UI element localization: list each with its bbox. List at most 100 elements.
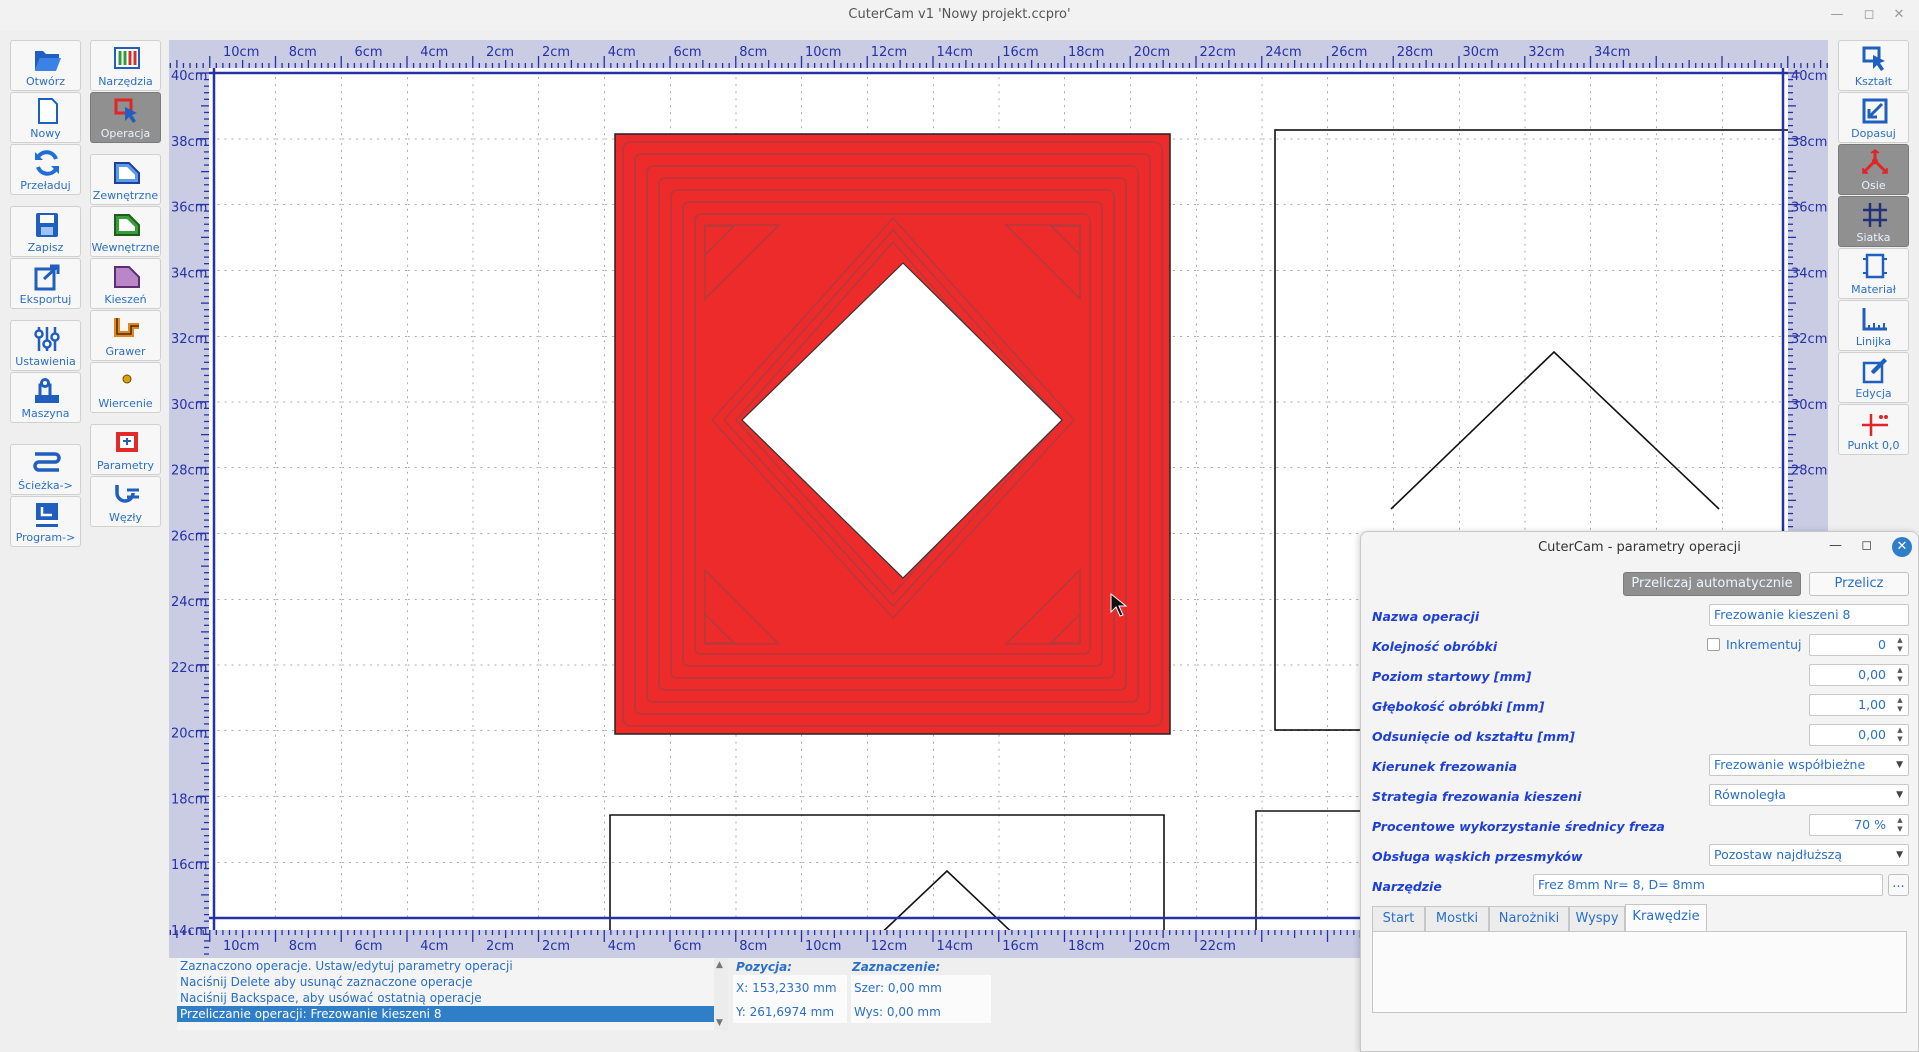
top-ruler-label: 30cm bbox=[1463, 45, 1499, 60]
offset-spinner-icon[interactable]: ▲ ▼ bbox=[1893, 726, 1907, 744]
tab-start[interactable]: Start bbox=[1372, 906, 1425, 932]
close-button[interactable]: ✕ bbox=[1890, 6, 1908, 24]
tools-button[interactable]: Narzędzia bbox=[90, 40, 161, 91]
nodes-button[interactable]: Węzły bbox=[90, 476, 161, 527]
recalc-button[interactable]: Przelicz bbox=[1809, 572, 1909, 596]
top-ruler-label: 26cm bbox=[1331, 45, 1367, 60]
maximize-button[interactable]: ◻ bbox=[1860, 6, 1878, 24]
percent-value: 70 % bbox=[1854, 817, 1886, 832]
message-list[interactable]: Zaznaczono operacje. Ustaw/edytuj parame… bbox=[177, 958, 714, 1030]
incremental-checkbox[interactable] bbox=[1707, 638, 1720, 651]
minimize-button[interactable]: — bbox=[1828, 6, 1846, 24]
shape-select-icon bbox=[1862, 46, 1885, 71]
auto-recalc-button[interactable]: Przeliczaj automatycznie bbox=[1623, 572, 1801, 596]
strategy-select[interactable]: Równoległa ▼ bbox=[1709, 784, 1909, 806]
grid-button[interactable]: Siatka bbox=[1838, 196, 1909, 247]
percent-spinner-icon[interactable]: ▲ ▼ bbox=[1893, 816, 1907, 834]
reload-button[interactable]: Przeładuj bbox=[10, 144, 81, 195]
open-button[interactable]: Otwórz bbox=[10, 40, 81, 91]
material-button-label: Materiał bbox=[1851, 283, 1896, 296]
pocket-button[interactable]: Kieszeń bbox=[90, 258, 161, 309]
export-button[interactable]: Eksportuj bbox=[10, 258, 81, 309]
program-button-label: Program-> bbox=[15, 531, 76, 544]
dialog-maximize-icon[interactable]: ◻ bbox=[1861, 538, 1872, 553]
edit-button[interactable]: Edycja bbox=[1838, 352, 1909, 403]
operation-name-input[interactable]: Frezowanie kieszeni 8 bbox=[1709, 604, 1909, 626]
position-y: Y: 261,6974 mm bbox=[736, 1005, 835, 1019]
top-ruler-label: 28cm bbox=[1397, 45, 1433, 60]
pocket-operation[interactable] bbox=[614, 133, 1171, 735]
scroll-up-icon[interactable]: ▲ bbox=[716, 960, 723, 970]
material-button[interactable]: Materiał bbox=[1838, 248, 1909, 299]
tab-edges[interactable]: Krawędzie bbox=[1625, 904, 1707, 932]
bottom-ruler-label: 10cm bbox=[805, 939, 841, 954]
axes-button[interactable]: Osie bbox=[1838, 144, 1909, 195]
percent-label: Procentowe wykorzystanie średnicy freza bbox=[1372, 819, 1665, 834]
shape-button[interactable]: Kształt bbox=[1838, 40, 1909, 91]
start-level-spinner-icon[interactable]: ▲ ▼ bbox=[1893, 666, 1907, 684]
new-button-label: Nowy bbox=[30, 127, 61, 140]
machine-button[interactable]: Maszyna bbox=[10, 372, 81, 423]
message-line-selected[interactable]: Przeliczanie operacji: Frezowanie kiesze… bbox=[177, 1006, 714, 1022]
position-x: X: 153,2330 mm bbox=[736, 981, 837, 995]
top-ruler-label: 2cm bbox=[486, 45, 514, 60]
machine-button-label: Maszyna bbox=[21, 407, 70, 420]
drilling-button[interactable]: Wiercenie bbox=[90, 362, 161, 413]
ruler-button-label: Linijka bbox=[1855, 335, 1892, 348]
top-ruler-label: 20cm bbox=[1134, 45, 1170, 60]
reload-icon bbox=[35, 150, 59, 176]
edit-icon bbox=[1862, 358, 1887, 384]
order-spinner-icon[interactable]: ▲ ▼ bbox=[1893, 636, 1907, 654]
position-label: Pozycja: bbox=[736, 960, 792, 974]
top-ruler-label: 14cm bbox=[937, 45, 973, 60]
depth-input[interactable]: 1,00 ▲ ▼ bbox=[1809, 694, 1909, 716]
start-level-input[interactable]: 0,00 ▲ ▼ bbox=[1809, 664, 1909, 686]
tool-input[interactable]: Frez 8mm Nr= 8, D= 8mm bbox=[1533, 874, 1883, 896]
offset-input[interactable]: 0,00 ▲ ▼ bbox=[1809, 724, 1909, 746]
path-button[interactable]: Ścieżka-> bbox=[10, 444, 81, 495]
bottom-ruler-label: 12cm bbox=[871, 939, 907, 954]
tool-browse-button[interactable]: ... bbox=[1888, 874, 1909, 896]
inner-contour-button[interactable]: Wewnętrzne bbox=[90, 206, 161, 257]
percent-input[interactable]: 70 % ▲ ▼ bbox=[1809, 814, 1909, 836]
outer-contour-button[interactable]: Zewnętrzne bbox=[90, 154, 161, 205]
settings-button-label: Ustawienia bbox=[15, 355, 76, 368]
top-ruler-label: 12cm bbox=[871, 45, 907, 60]
edit-button-label: Edycja bbox=[1855, 387, 1892, 400]
fit-button[interactable]: Dopasuj bbox=[1838, 92, 1909, 143]
shape-button-label: Kształt bbox=[1854, 75, 1893, 88]
engrave-button-label: Grawer bbox=[105, 345, 146, 358]
tab-corners[interactable]: Narożniki bbox=[1489, 906, 1569, 932]
operation-button[interactable]: Operacja bbox=[90, 92, 161, 143]
parameters-button-label: Parametry bbox=[97, 459, 154, 472]
ruler-button[interactable]: Linijka bbox=[1838, 300, 1909, 351]
origin-button[interactable]: Punkt 0,0 bbox=[1838, 404, 1909, 455]
engrave-button[interactable]: Grawer bbox=[90, 310, 161, 361]
selection-height: Wys: 0,00 mm bbox=[854, 1005, 941, 1019]
right-ruler-label: 40cm bbox=[1791, 69, 1827, 84]
scroll-down-icon[interactable]: ▼ bbox=[716, 1018, 723, 1028]
top-ruler-label: 6cm bbox=[355, 45, 383, 60]
narrow-select[interactable]: Pozostaw najdłuższą ▼ bbox=[1709, 844, 1909, 866]
left-ruler-label: 20cm bbox=[171, 727, 207, 742]
program-button[interactable]: Program-> bbox=[10, 496, 81, 547]
order-input[interactable]: 0 ▲ ▼ bbox=[1809, 634, 1909, 656]
right-ruler-label: 34cm bbox=[1791, 266, 1827, 281]
direction-value: Frezowanie współbieżne bbox=[1714, 757, 1866, 772]
tab-bridges[interactable]: Mostki bbox=[1425, 906, 1489, 932]
order-label: Kolejność obróbki bbox=[1372, 639, 1498, 654]
settings-button[interactable]: Ustawienia bbox=[10, 320, 81, 371]
direction-select[interactable]: Frezowanie współbieżne ▼ bbox=[1709, 754, 1909, 776]
save-button[interactable]: Zapisz bbox=[10, 206, 81, 257]
outer-contour-icon bbox=[114, 162, 140, 184]
dialog-close-icon[interactable]: ✕ bbox=[1892, 537, 1912, 557]
bottom-ruler-label: 18cm bbox=[1068, 939, 1104, 954]
new-button[interactable]: Nowy bbox=[10, 92, 81, 143]
top-ruler-label: 8cm bbox=[289, 45, 317, 60]
parameters-button[interactable]: Parametry bbox=[90, 424, 161, 475]
depth-spinner-icon[interactable]: ▲ ▼ bbox=[1893, 696, 1907, 714]
message-scrollbar[interactable]: ▲ ▼ bbox=[714, 958, 728, 1030]
dialog-minimize-icon[interactable]: — bbox=[1829, 538, 1842, 553]
tab-islands[interactable]: Wyspy bbox=[1569, 906, 1625, 932]
narrow-label: Obsługa wąskich przesmyków bbox=[1372, 849, 1583, 864]
